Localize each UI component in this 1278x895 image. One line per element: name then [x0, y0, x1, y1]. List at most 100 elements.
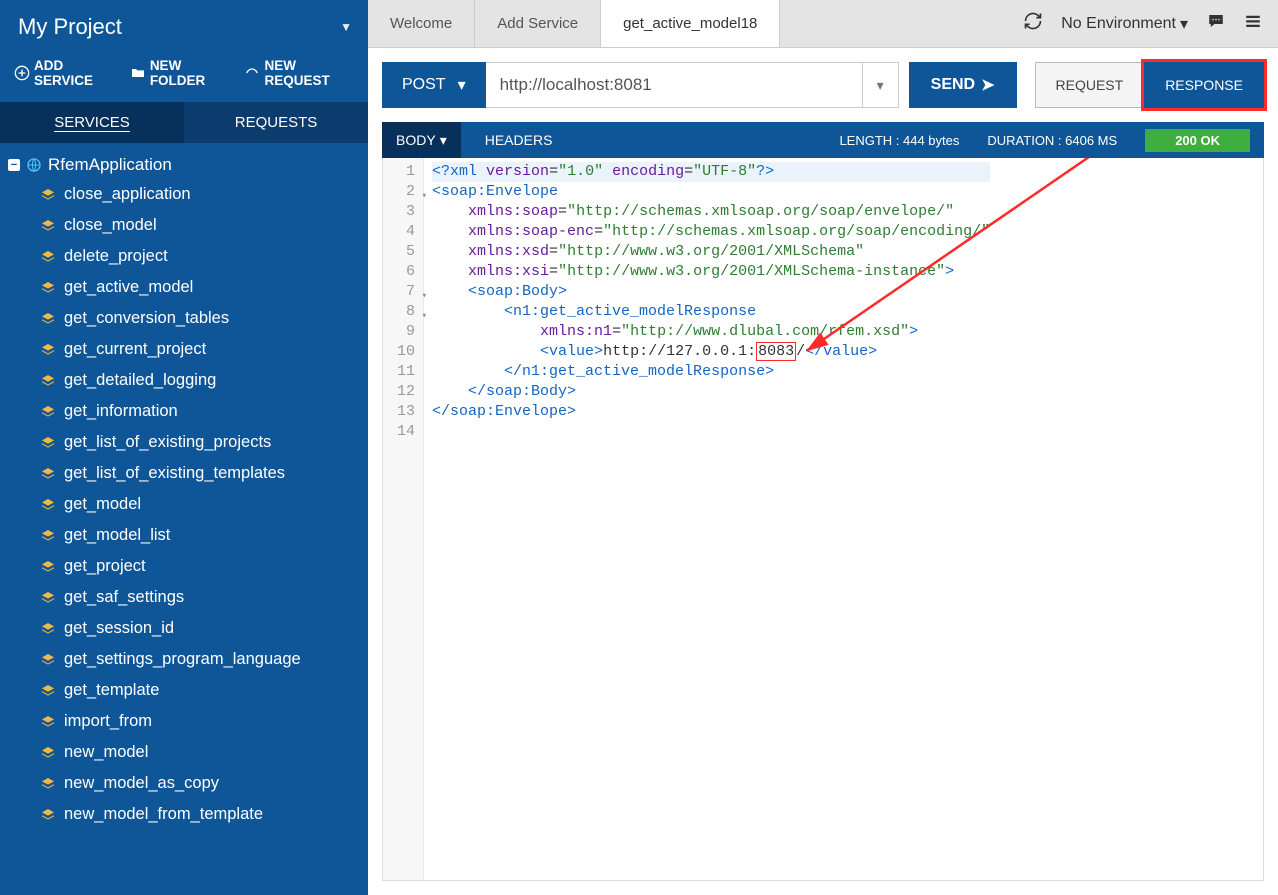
- tree-item-label: get_list_of_existing_projects: [64, 433, 271, 452]
- caret-down-icon: ▾: [440, 132, 447, 149]
- tree-item[interactable]: get_detailed_logging: [0, 365, 368, 396]
- layer-icon: [40, 465, 56, 482]
- layer-icon: [40, 248, 56, 265]
- new-request-button[interactable]: NEW REQUEST: [244, 58, 354, 88]
- layer-icon: [40, 372, 56, 389]
- menu-icon[interactable]: [1244, 12, 1262, 35]
- refresh-icon[interactable]: [1023, 11, 1043, 36]
- layer-icon: [40, 744, 56, 761]
- tree-item[interactable]: get_project: [0, 551, 368, 582]
- send-label: SEND: [931, 76, 975, 94]
- layer-icon: [40, 682, 56, 699]
- response-body-editor[interactable]: 12▾34567▾8▾91011121314 <?xml version="1.…: [382, 158, 1264, 881]
- tree-item-label: get_current_project: [64, 340, 206, 359]
- send-button[interactable]: SEND ➤: [909, 62, 1017, 108]
- project-dropdown-icon[interactable]: ▼: [340, 20, 352, 34]
- environment-select[interactable]: No Environment ▾: [1061, 14, 1188, 34]
- headers-tab[interactable]: HEADERS: [485, 132, 553, 148]
- tree-item[interactable]: get_model_list: [0, 520, 368, 551]
- tree-root[interactable]: − RfemApplication: [0, 151, 368, 179]
- layer-icon: [40, 713, 56, 730]
- request-tab-button[interactable]: REQUEST: [1035, 62, 1145, 108]
- tree-item-label: get_saf_settings: [64, 588, 184, 607]
- layer-icon: [40, 403, 56, 420]
- layer-icon: [40, 279, 56, 296]
- response-duration: DURATION : 6406 MS: [987, 133, 1117, 148]
- layer-icon: [40, 310, 56, 327]
- send-arrow-icon: ➤: [981, 75, 994, 95]
- service-tree: − RfemApplication close_applicationclose…: [0, 143, 368, 895]
- folder-plus-icon: [130, 64, 146, 82]
- layer-icon: [40, 527, 56, 544]
- top-tab[interactable]: Welcome: [368, 0, 475, 47]
- environment-label: No Environment: [1061, 15, 1176, 33]
- new-folder-label: NEW FOLDER: [150, 58, 231, 88]
- tab-requests[interactable]: REQUESTS: [184, 102, 368, 143]
- layer-icon: [40, 341, 56, 358]
- tree-item[interactable]: get_session_id: [0, 613, 368, 644]
- tree-item[interactable]: get_model: [0, 489, 368, 520]
- tree-item-label: close_application: [64, 185, 191, 204]
- layer-icon: [40, 186, 56, 203]
- tree-item[interactable]: get_information: [0, 396, 368, 427]
- tree-item-label: get_project: [64, 557, 146, 576]
- layer-icon: [40, 558, 56, 575]
- collapse-icon[interactable]: −: [8, 159, 20, 171]
- layer-icon: [40, 217, 56, 234]
- tree-item-label: get_conversion_tables: [64, 309, 229, 328]
- tree-item[interactable]: get_current_project: [0, 334, 368, 365]
- response-meta-bar: BODY ▾ HEADERS LENGTH : 444 bytes DURATI…: [382, 122, 1264, 158]
- layer-icon: [40, 651, 56, 668]
- tree-item-label: get_session_id: [64, 619, 174, 638]
- globe-icon: [26, 156, 42, 174]
- url-input[interactable]: [486, 62, 863, 108]
- top-tab[interactable]: get_active_model18: [601, 0, 780, 47]
- project-title[interactable]: My Project: [18, 14, 122, 40]
- tree-item[interactable]: new_model_from_template: [0, 799, 368, 830]
- tree-item-label: new_model_from_template: [64, 805, 263, 824]
- tree-item-label: get_model_list: [64, 526, 170, 545]
- tree-item[interactable]: new_model_as_copy: [0, 768, 368, 799]
- tree-item-label: delete_project: [64, 247, 168, 266]
- tree-item[interactable]: get_template: [0, 675, 368, 706]
- tree-item[interactable]: get_active_model: [0, 272, 368, 303]
- layer-icon: [40, 775, 56, 792]
- tree-item-label: get_list_of_existing_templates: [64, 464, 285, 483]
- tree-item[interactable]: close_application: [0, 179, 368, 210]
- sidebar: My Project ▼ ADD SERVICE NEW FOLDER NE: [0, 0, 368, 895]
- request-row: POST ▾ ▾ SEND ➤ REQUEST RESPONSE: [368, 48, 1278, 122]
- new-folder-button[interactable]: NEW FOLDER: [130, 58, 231, 88]
- topbar: WelcomeAdd Serviceget_active_model18 No …: [368, 0, 1278, 48]
- top-tab[interactable]: Add Service: [475, 0, 601, 47]
- tree-item-label: import_from: [64, 712, 152, 731]
- layer-icon: [40, 620, 56, 637]
- tree-item[interactable]: get_list_of_existing_templates: [0, 458, 368, 489]
- tree-item[interactable]: get_conversion_tables: [0, 303, 368, 334]
- response-tab-button[interactable]: RESPONSE: [1144, 62, 1264, 108]
- main-panel: WelcomeAdd Serviceget_active_model18 No …: [368, 0, 1278, 895]
- response-length: LENGTH : 444 bytes: [839, 133, 959, 148]
- chat-icon[interactable]: [1206, 12, 1226, 35]
- tree-item[interactable]: get_settings_program_language: [0, 644, 368, 675]
- tree-item[interactable]: new_model: [0, 737, 368, 768]
- tab-services[interactable]: SERVICES: [0, 102, 184, 143]
- url-history-dropdown[interactable]: ▾: [863, 62, 899, 108]
- tree-root-label: RfemApplication: [48, 155, 172, 175]
- plus-circle-icon: [14, 64, 30, 82]
- caret-down-icon: ▾: [458, 75, 466, 95]
- status-badge: 200 OK: [1145, 129, 1250, 152]
- http-method-label: POST: [402, 76, 446, 94]
- tree-item[interactable]: get_saf_settings: [0, 582, 368, 613]
- tree-item[interactable]: delete_project: [0, 241, 368, 272]
- tree-item-label: new_model_as_copy: [64, 774, 219, 793]
- http-method-button[interactable]: POST ▾: [382, 62, 486, 108]
- tree-item[interactable]: import_from: [0, 706, 368, 737]
- body-tab[interactable]: BODY ▾: [382, 122, 461, 158]
- tree-item[interactable]: close_model: [0, 210, 368, 241]
- layer-icon: [40, 434, 56, 451]
- add-service-button[interactable]: ADD SERVICE: [14, 58, 116, 88]
- tree-item-label: get_model: [64, 495, 141, 514]
- tree-item-label: new_model: [64, 743, 148, 762]
- caret-down-icon: ▾: [1180, 14, 1188, 34]
- tree-item[interactable]: get_list_of_existing_projects: [0, 427, 368, 458]
